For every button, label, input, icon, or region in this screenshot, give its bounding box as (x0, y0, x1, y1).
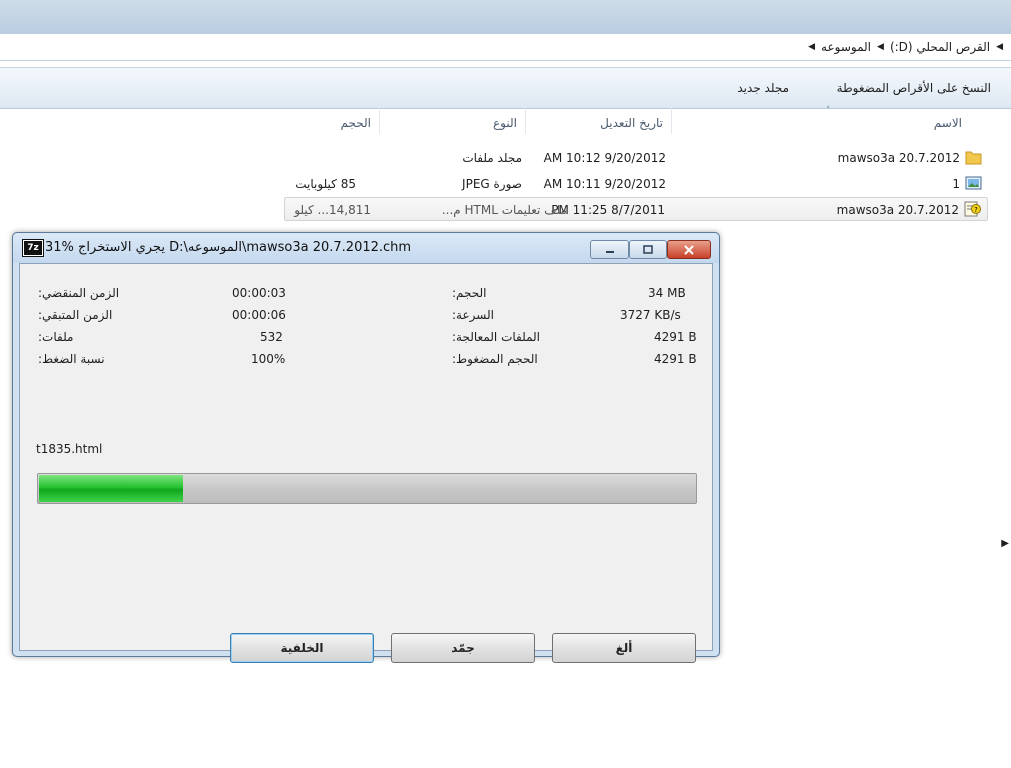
dialog-titlebar[interactable]: 7z 31% يجري الاستخراج D:\الموسوعه\mawso3… (13, 233, 719, 263)
elapsed-time-label: الزمن المنقضي: (38, 286, 120, 300)
minimize-icon (605, 250, 614, 253)
maximize-button[interactable] (629, 240, 667, 259)
explorer-toolbar: النسخ على الأقراص المضغوطة مجلد جديد (0, 67, 1011, 109)
sort-ascending-icon: ˄ (826, 106, 831, 116)
speed-label: السرعة: (452, 308, 494, 322)
processed-label: الملفات المعالجة: (452, 330, 540, 344)
file-type: مجلد ملفات (462, 151, 522, 165)
background-button[interactable]: الخلفية (230, 633, 374, 663)
file-row[interactable]: mawso3a 20.7.2012 9/20/2012 10:12 AM مجل… (284, 146, 988, 170)
file-type: ملف تعليمات HTML م... (441, 203, 567, 217)
scroll-edge-icon[interactable]: ▶ (1001, 538, 1009, 549)
file-row-selected[interactable]: ? mawso3a 20.7.2012 8/7/2011 11:25 PM مل… (284, 197, 988, 221)
close-icon (684, 244, 694, 255)
dialog-content: الزمن المنقضي: 00:00:03 الزمن المتبقي: 0… (19, 263, 713, 663)
file-size: 85 كيلوبايت (295, 177, 356, 191)
close-button[interactable] (667, 240, 711, 259)
file-name: 1 (952, 177, 960, 191)
extraction-dialog: 7z 31% يجري الاستخراج D:\الموسوعه\mawso3… (12, 232, 720, 663)
explorer-title-strip (0, 0, 1011, 35)
remaining-time-label: الزمن المتبقي: (38, 308, 113, 322)
processed-value: 4291 B (654, 330, 697, 344)
column-header-size[interactable]: الحجم (284, 108, 380, 134)
column-header-date[interactable]: تاريخ التعديل (526, 108, 672, 134)
files-count-value: 532 (260, 330, 283, 344)
breadcrumb-root-arrow-icon[interactable]: ◀ (996, 42, 1003, 52)
file-name: mawso3a 20.7.2012 (837, 151, 960, 165)
files-count-label: ملفات: (38, 330, 74, 344)
elapsed-time-value: 00:00:03 (232, 286, 286, 300)
file-date: 9/20/2012 10:11 AM (543, 177, 666, 191)
file-date: 9/20/2012 10:12 AM (543, 151, 666, 165)
breadcrumb-separator-icon[interactable]: ◀ (877, 42, 884, 52)
dialog-title: 31% يجري الاستخراج D:\الموسوعه\mawso3a 2… (45, 240, 412, 255)
compression-ratio-value: 100% (251, 352, 286, 366)
image-file-icon (965, 176, 982, 190)
size-label: الحجم: (452, 286, 487, 300)
breadcrumb-drive[interactable]: القرص المحلي (D:) (890, 40, 990, 54)
file-row[interactable]: 1 9/20/2012 10:11 AM صورة JPEG 85 كيلوبا… (284, 172, 988, 196)
column-header-type[interactable]: النوع (380, 108, 526, 134)
file-name: mawso3a 20.7.2012 (836, 203, 959, 217)
breadcrumb-folder[interactable]: الموسوعه (821, 40, 871, 54)
current-file-name: t1835.html (36, 442, 103, 456)
help-file-icon: ? (964, 201, 981, 217)
speed-value: 3727 KB/s (620, 308, 681, 322)
compression-ratio-label: نسبة الضغط: (38, 352, 105, 366)
cancel-button[interactable]: ألغ (552, 633, 696, 663)
compressed-size-value: 4291 B (654, 352, 697, 366)
file-date: 8/7/2011 11:25 PM (551, 203, 665, 217)
size-value: 34 MB (648, 286, 686, 300)
address-bar[interactable]: ◀ القرص المحلي (D:) ◀ الموسوعه ◀ (0, 34, 1011, 61)
new-folder-button[interactable]: مجلد جديد (737, 81, 789, 95)
burn-button[interactable]: النسخ على الأقراص المضغوطة (837, 81, 991, 95)
breadcrumb-separator-icon[interactable]: ◀ (808, 42, 815, 52)
file-size: 14,811... كيلو (294, 203, 371, 217)
7zip-app-icon: 7z (22, 239, 44, 257)
extraction-progress-bar (37, 473, 697, 504)
file-type: صورة JPEG (462, 177, 522, 191)
folder-icon (965, 151, 982, 165)
compressed-size-label: الحجم المضغوط: (452, 352, 538, 366)
minimize-button[interactable] (590, 240, 629, 259)
remaining-time-value: 00:00:06 (232, 308, 286, 322)
svg-text:?: ? (974, 206, 978, 214)
progress-fill (39, 475, 184, 502)
maximize-icon (643, 244, 653, 254)
breadcrumb: ◀ القرص المحلي (D:) ◀ الموسوعه ◀ (808, 40, 1003, 54)
pause-button[interactable]: جمّد (391, 633, 535, 663)
